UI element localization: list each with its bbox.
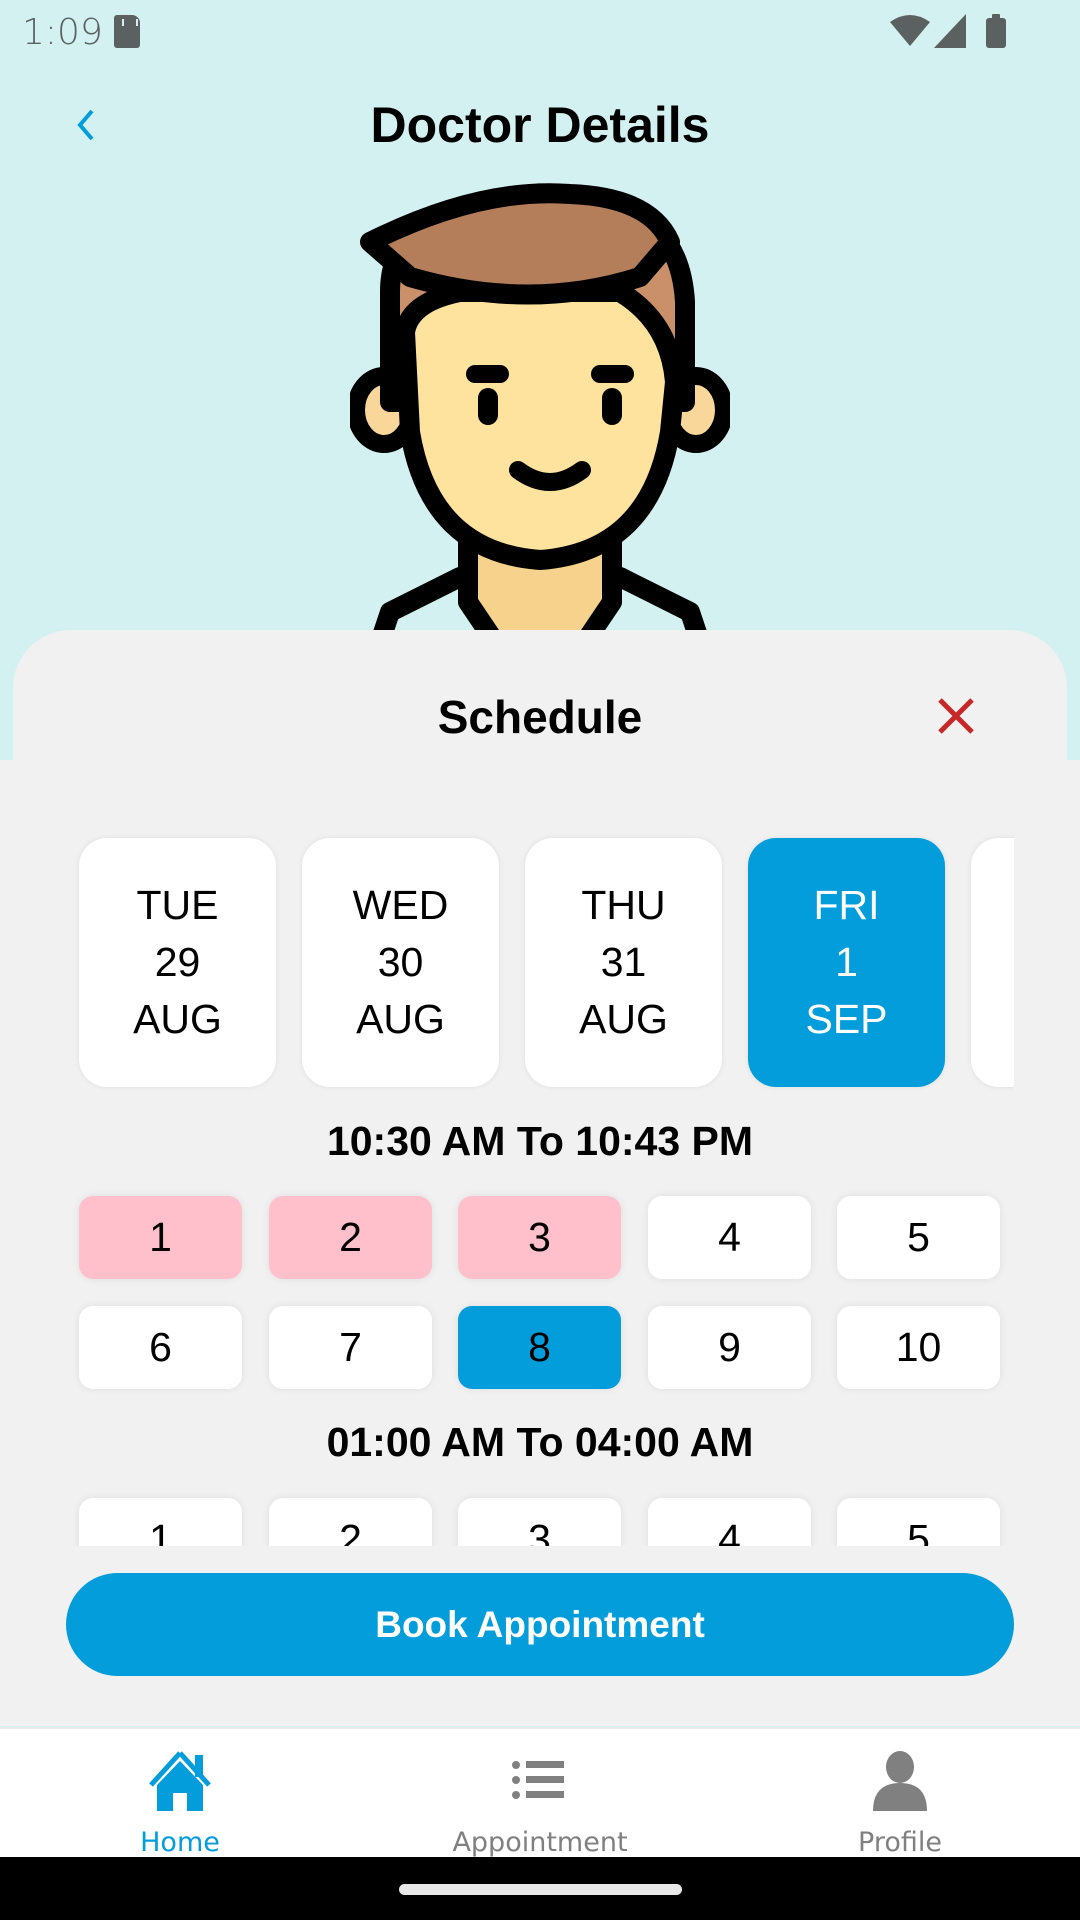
home-gesture-handle[interactable] [399, 1884, 682, 1895]
status-time: 1:09 [22, 12, 103, 53]
session-time-range: 01:00 AM To 04:00 AM [326, 1419, 754, 1465]
date-month: SEP [805, 996, 888, 1042]
time-slot-booked[interactable]: 2 [269, 1196, 432, 1279]
date-card[interactable]: TUE 29 AUG [79, 838, 276, 1087]
nav-label: Appointment [452, 1827, 628, 1858]
close-button[interactable] [930, 690, 982, 742]
date-day: TUE [136, 882, 219, 928]
time-slot[interactable]: 9 [648, 1306, 811, 1389]
system-gesture-bar [0, 1857, 1080, 1920]
person-icon [873, 1751, 927, 1811]
date-day: FRI [813, 882, 880, 928]
date-number: 29 [154, 939, 201, 985]
date-strip[interactable]: TUE 29 AUG WED 30 AUG THU 31 AUG FRI 1 S… [60, 828, 1014, 1092]
time-slot[interactable]: 7 [269, 1306, 432, 1389]
page-title: Doctor Details [370, 97, 710, 153]
time-slot[interactable]: 5 [837, 1498, 1000, 1546]
date-month: AUG [356, 996, 445, 1042]
time-slot[interactable]: 4 [648, 1498, 811, 1546]
bottom-nav: Home Appointment Profile [0, 1727, 1080, 1859]
date-day: THU [581, 882, 666, 928]
list-icon [512, 1761, 564, 1799]
time-slot[interactable]: 2 [269, 1498, 432, 1546]
nav-label: Home [140, 1827, 220, 1858]
session-time-range: 10:30 AM To 10:43 PM [326, 1118, 754, 1164]
slot-scroll-area[interactable]: 1 2 3 4 5 [0, 1490, 1080, 1546]
schedule-title: Schedule [437, 691, 643, 743]
date-month: AUG [579, 996, 668, 1042]
date-month: AUG [133, 996, 222, 1042]
time-slot-selected[interactable]: 8 [458, 1306, 621, 1389]
date-card[interactable] [971, 838, 1014, 1087]
book-appointment-button[interactable]: Book Appointment [66, 1573, 1014, 1676]
date-number: 1 [835, 939, 858, 985]
sd-card-icon [114, 15, 140, 48]
home-icon [149, 1751, 211, 1811]
status-bar: 1:09 [0, 0, 1080, 64]
doctor-avatar [350, 182, 730, 632]
nav-label: Profile [858, 1827, 942, 1858]
nav-item-home[interactable]: Home [0, 1729, 360, 1859]
close-icon [938, 698, 974, 734]
date-number: 30 [377, 939, 424, 985]
nav-item-appointment[interactable]: Appointment [360, 1729, 720, 1859]
app-header: Doctor Details [0, 80, 1080, 170]
time-slot[interactable]: 4 [648, 1196, 811, 1279]
date-card[interactable]: WED 30 AUG [302, 838, 499, 1087]
date-day: WED [352, 882, 449, 928]
time-slot[interactable]: 5 [837, 1196, 1000, 1279]
battery-icon [986, 14, 1006, 48]
time-slot[interactable]: 3 [458, 1498, 621, 1546]
date-card[interactable]: THU 31 AUG [525, 838, 722, 1087]
time-slot-booked[interactable]: 1 [79, 1196, 242, 1279]
date-number: 31 [600, 939, 647, 985]
time-slot[interactable]: 10 [837, 1306, 1000, 1389]
time-slot-booked[interactable]: 3 [458, 1196, 621, 1279]
time-slot[interactable]: 6 [79, 1306, 242, 1389]
nav-item-profile[interactable]: Profile [720, 1729, 1080, 1859]
time-slot[interactable]: 1 [79, 1498, 242, 1546]
date-card-selected[interactable]: FRI 1 SEP [748, 838, 945, 1087]
signal-icon [934, 14, 966, 48]
